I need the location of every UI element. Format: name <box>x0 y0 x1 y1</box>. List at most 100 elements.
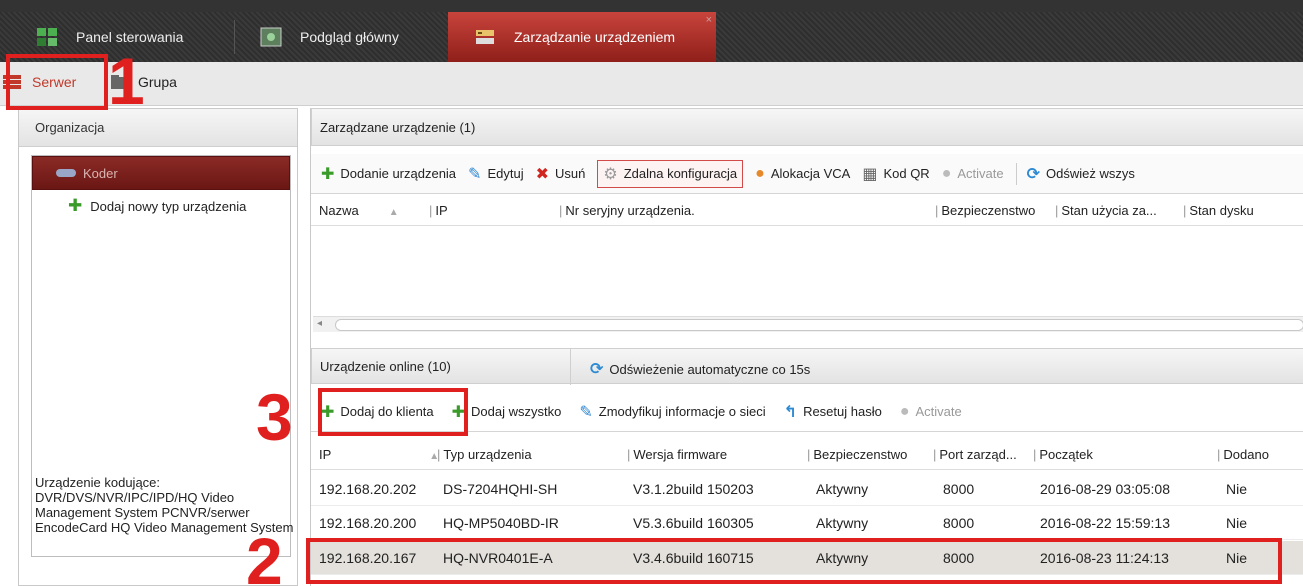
col-disk[interactable]: | Stan dysku <box>1183 203 1254 218</box>
plus-icon: ✚ <box>321 165 335 183</box>
add-all-label: Dodaj wszystko <box>471 404 562 419</box>
add-all-button[interactable]: ✚ Dodaj wszystko <box>452 402 562 422</box>
refresh-all-button[interactable]: ⟳ Odśwież wszys <box>1027 164 1135 184</box>
activate-online-button[interactable]: ● Activate <box>900 403 962 421</box>
cell-port: 8000 <box>943 515 975 531</box>
col-disk-label: Stan dysku <box>1189 203 1254 218</box>
reset-icon: ↰ <box>783 403 798 421</box>
col-serial[interactable]: | Nr seryjny urządzenia. <box>559 203 695 218</box>
col-ip[interactable]: | IP <box>429 203 448 218</box>
annotation-number-2: 2 <box>246 524 283 586</box>
edit-label: Edytuj <box>487 166 524 181</box>
tree-item-encoder[interactable]: Koder <box>32 156 290 190</box>
col-name-label: Nazwa <box>319 203 359 218</box>
vca-label: Alokacja VCA <box>770 166 851 181</box>
col-usage[interactable]: | Stan użycia za... <box>1055 203 1157 218</box>
reset-password-label: Resetuj hasło <box>803 404 882 419</box>
col-online-security[interactable]: | Bezpieczenstwo <box>807 447 907 462</box>
device-area: Zarządzane urządzenie (1) ✚ Dodanie urząd… <box>310 108 1303 586</box>
delete-label: Usuń <box>555 166 586 181</box>
modify-network-label: Zmodyfikuj informacje o sieci <box>598 404 766 419</box>
plus-icon: ✚ <box>68 196 83 215</box>
annotation-box-1 <box>6 54 108 110</box>
qr-code-button[interactable]: ▦ Kod QR <box>862 164 929 184</box>
auto-refresh-toggle[interactable]: ⟳ Odświeżenie automatyczne co 15s <box>590 359 810 379</box>
activate-button[interactable]: ● Activate <box>942 165 1004 183</box>
cell-type: HQ-MP5040BD-IR <box>443 515 559 531</box>
col-online-type-label: Typ urządzenia <box>443 447 532 462</box>
top-strip <box>0 0 1303 12</box>
toolbar-separator <box>1015 162 1017 185</box>
scroll-left-icon[interactable]: ◂ <box>317 318 322 329</box>
col-online-firmware-label: Wersja firmware <box>633 447 728 462</box>
col-online-port-label: Port zarząd... <box>939 447 1017 462</box>
remote-config-button[interactable]: ⚙ Zdalna konfiguracja <box>597 159 744 188</box>
scrollbar-thumb[interactable] <box>335 319 1303 331</box>
cell-start: 2016-08-22 15:59:13 <box>1040 515 1170 531</box>
table-row[interactable]: 192.168.20.200 HQ-MP5040BD-IR V5.3.6buil… <box>311 506 1303 540</box>
sub-nav-bar: Serwer Grupa <box>0 62 1303 106</box>
organization-header: Organizacja <box>19 109 297 147</box>
activate-label: Activate <box>957 166 1004 181</box>
header-divider <box>570 349 571 385</box>
col-online-added[interactable]: | Dodano <box>1217 447 1269 462</box>
organization-title: Organizacja <box>35 120 105 135</box>
edit-button[interactable]: ✎ Edytuj <box>468 164 524 184</box>
bulb-icon: ● <box>899 402 910 420</box>
col-security[interactable]: | Bezpieczenstwo <box>935 203 1035 218</box>
delete-button[interactable]: ✖ Usuń <box>536 164 586 184</box>
add-device-button[interactable]: ✚ Dodanie urządzenia <box>321 164 456 184</box>
annotation-box-2 <box>306 538 1282 584</box>
tab-device-management-label: Zarządzanie urządzeniem <box>514 29 676 45</box>
qr-code-icon: ▦ <box>862 165 878 183</box>
bulb-icon: ● <box>941 164 952 182</box>
tab-separator <box>234 20 235 54</box>
modify-network-button[interactable]: ✎ Zmodyfikuj informacje o sieci <box>579 402 765 422</box>
annotation-number-3: 3 <box>256 380 293 454</box>
add-device-label: Dodanie urządzenia <box>340 166 457 181</box>
tab-live-view[interactable]: Podgląd główny <box>236 12 446 62</box>
sort-up-icon: ▲ <box>388 207 399 218</box>
refresh-icon: ⟳ <box>1026 165 1041 183</box>
cell-start: 2016-08-29 03:05:08 <box>1040 481 1170 497</box>
tab-device-management[interactable]: Zarządzanie urządzeniem × <box>448 12 716 62</box>
col-online-security-label: Bezpieczenstwo <box>813 447 908 462</box>
col-online-added-label: Dodano <box>1223 447 1269 462</box>
col-name[interactable]: Nazwa ▲ <box>319 203 399 218</box>
vca-icon: ● <box>755 164 765 182</box>
cell-ip: 192.168.20.202 <box>319 481 417 497</box>
gear-icon: ⚙ <box>603 165 618 183</box>
top-nav-bar: Panel sterowania Podgląd główny Zarządza… <box>0 12 1303 62</box>
col-security-label: Bezpieczenstwo <box>941 203 1036 218</box>
cell-added: Nie <box>1226 481 1248 497</box>
annotation-box-3 <box>318 388 468 436</box>
col-online-port[interactable]: | Port zarząd... <box>933 447 1017 462</box>
vca-allocation-button[interactable]: ● Alokacja VCA <box>755 165 850 183</box>
refresh-icon: ⟳ <box>590 361 604 378</box>
close-icon[interactable]: × <box>706 14 712 26</box>
cell-type: DS-7204HQHI-SH <box>443 481 558 497</box>
organization-panel: Organizacja Koder ✚ Dodaj nowy typ urząd… <box>18 108 298 586</box>
cell-firmware: V5.3.6build 160305 <box>633 515 754 531</box>
activate-online-label: Activate <box>915 404 962 419</box>
cell-port: 8000 <box>943 481 975 497</box>
table-row[interactable]: 192.168.20.202 DS-7204HQHI-SH V3.1.2buil… <box>311 472 1303 506</box>
reset-password-button[interactable]: ↰ Resetuj hasło <box>784 402 882 422</box>
tree-item-add-type-label: Dodaj nowy typ urządzenia <box>90 198 247 214</box>
col-online-type[interactable]: | Typ urządzenia <box>437 447 532 462</box>
col-online-ip-label: IP <box>319 447 332 462</box>
tree-item-add-type[interactable]: ✚ Dodaj nowy typ urządzenia <box>32 190 290 222</box>
col-serial-label: Nr seryjny urządzenia. <box>565 203 695 218</box>
col-online-ip[interactable]: IP ▲ <box>319 447 439 462</box>
cell-security: Aktywny <box>816 515 869 531</box>
col-online-start[interactable]: | Początek <box>1033 447 1093 462</box>
edit-icon: ✎ <box>468 165 482 183</box>
managed-table-header: Nazwa ▲ | IP | Nr seryjny urządzenia. | Bezp… <box>311 196 1303 226</box>
online-table-header: IP ▲ | Typ urządzenia | Wersja firmware | Be… <box>311 440 1303 470</box>
horizontal-scrollbar[interactable]: ◂ <box>313 316 1303 332</box>
cell-firmware: V3.1.2build 150203 <box>633 481 754 497</box>
refresh-all-label: Odśwież wszys <box>1046 166 1135 181</box>
encoder-icon <box>56 169 76 177</box>
col-online-firmware[interactable]: | Wersja firmware <box>627 447 727 462</box>
online-devices-header: Urządzenie online (10) ⟳ Odświeżenie aut… <box>311 348 1303 385</box>
